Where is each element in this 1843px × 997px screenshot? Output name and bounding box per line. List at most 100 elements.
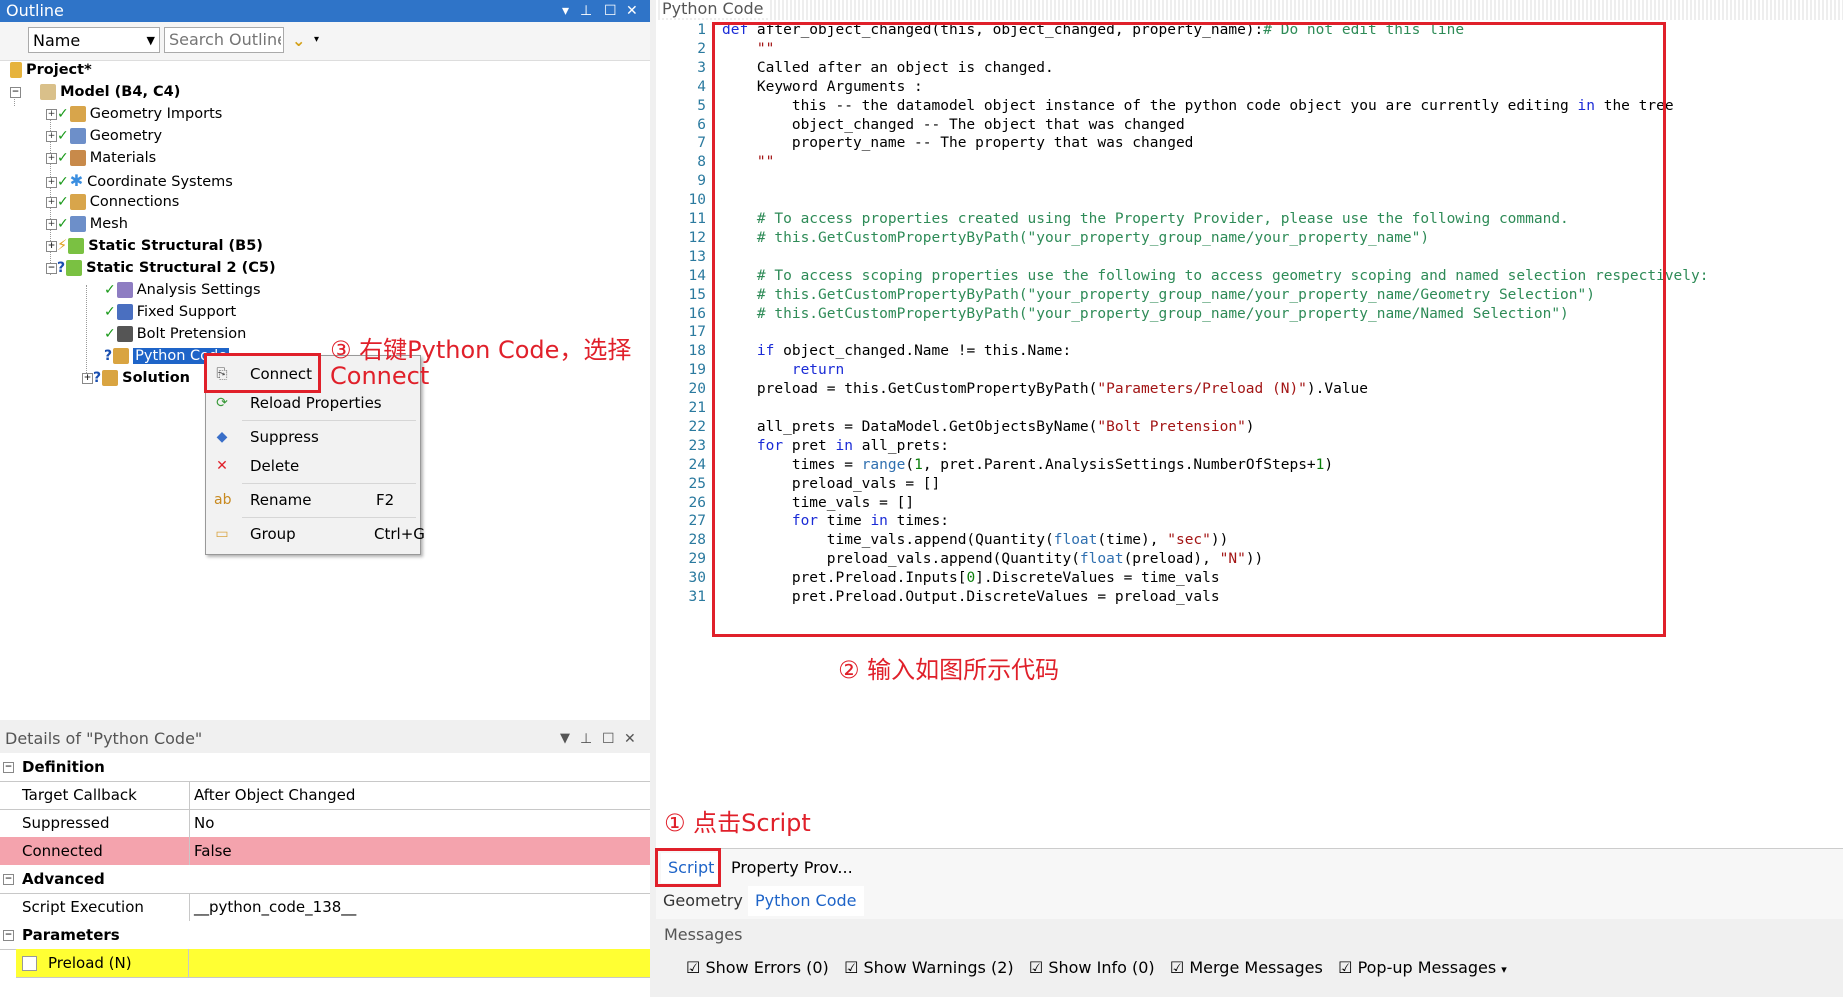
property-row-connected[interactable]: Connected False: [0, 837, 650, 866]
collapse-icon[interactable]: −: [46, 262, 57, 274]
merge-messages-checkbox[interactable]: ☑ Merge Messages: [1170, 958, 1323, 977]
parameter-checkbox[interactable]: [22, 956, 37, 971]
expand-icon[interactable]: +: [46, 152, 57, 164]
tree-item-mesh[interactable]: + ✓ Mesh: [46, 214, 128, 235]
property-key: Script Execution Scope: [20, 893, 190, 944]
tree-item-project[interactable]: Project*: [10, 60, 92, 81]
property-row[interactable]: Target Callback After Object Changed: [0, 781, 650, 810]
dropdown-icon[interactable]: ▼: [560, 725, 570, 753]
property-row-preload[interactable]: Preload (N): [16, 949, 650, 978]
section-parameters[interactable]: − Parameters: [0, 921, 650, 950]
static-structural-icon: [68, 238, 85, 254]
tree-label: Geometry: [89, 128, 163, 144]
delete-icon: ✕: [216, 458, 228, 474]
section-definition[interactable]: − Definition: [0, 753, 650, 782]
menu-separator: [242, 420, 416, 421]
maximize-icon[interactable]: ☐: [604, 0, 617, 22]
tree-item-analysis-settings[interactable]: ✓ Analysis Settings: [104, 280, 261, 301]
menu-item-suppress[interactable]: ◆ Suppress: [206, 423, 420, 451]
filter-label: Show Info: [1048, 958, 1127, 977]
geometry-imports-icon: [69, 106, 86, 122]
menu-separator: [242, 517, 416, 518]
close-icon[interactable]: ✕: [626, 0, 638, 22]
tree-item-static-structural-b5[interactable]: + ⚡ Static Structural (B5): [46, 236, 263, 257]
tab-python-code[interactable]: Python Code: [748, 886, 864, 916]
search-options-icon[interactable]: ⌄: [292, 31, 305, 50]
filter-combo[interactable]: Name ▼: [28, 27, 160, 53]
menu-item-delete[interactable]: ✕ Delete: [206, 452, 420, 480]
analysis-settings-icon: [116, 282, 133, 298]
property-row[interactable]: Suppressed No: [0, 809, 650, 838]
menu-item-label: Rename: [250, 491, 312, 509]
tree-item-connections[interactable]: + ✓ Connections: [46, 192, 179, 213]
expand-icon[interactable]: +: [46, 176, 57, 188]
collapse-icon[interactable]: −: [3, 874, 14, 885]
expand-icon[interactable]: +: [46, 240, 57, 252]
tree-item-static-structural-c5[interactable]: −? Static Structural 2 (C5): [46, 258, 276, 279]
tree-item-coordinate-systems[interactable]: + ✓✱ Coordinate Systems: [46, 170, 233, 191]
expand-icon[interactable]: +: [46, 108, 57, 120]
property-value[interactable]: After Object Changed: [194, 781, 355, 809]
line-number: 24: [688, 456, 706, 473]
maximize-icon[interactable]: ☐: [602, 725, 615, 753]
step2-annotation: ② 输入如图所示代码: [838, 656, 1060, 684]
collapse-icon[interactable]: −: [3, 930, 14, 941]
pin-icon[interactable]: ⊥: [580, 0, 592, 22]
tab-geometry[interactable]: Geometry: [656, 886, 750, 916]
popup-messages-checkbox[interactable]: ☑ Pop-up Messages ▾: [1338, 958, 1507, 977]
property-row[interactable]: Script Execution Scope __python_code_138…: [0, 893, 650, 944]
tree-item-bolt-pretension[interactable]: ✓ Bolt Pretension: [104, 324, 246, 345]
collapse-icon[interactable]: −: [3, 762, 14, 773]
section-advanced[interactable]: − Advanced: [0, 865, 650, 894]
step3-annotation: ③ 右键Python Code，选择: [330, 336, 632, 364]
show-info-checkbox[interactable]: ☑ Show Info (0): [1029, 958, 1155, 977]
tree-label: Project*: [26, 62, 92, 78]
static-structural-icon: [66, 260, 83, 276]
property-value[interactable]: False: [194, 837, 232, 865]
expand-icon[interactable]: +: [46, 196, 57, 208]
tree-label: Fixed Support: [136, 304, 237, 320]
filter-combo-value: Name: [33, 31, 81, 50]
outline-title: Outline: [6, 1, 64, 20]
filter-count: (2): [990, 958, 1014, 977]
tab-property-provider[interactable]: Property Prov...: [724, 853, 860, 883]
tree-item-geometry[interactable]: + ✓ Geometry: [46, 126, 162, 147]
property-value[interactable]: No: [194, 809, 214, 837]
expand-icon[interactable]: +: [82, 372, 93, 384]
check-icon: ✓: [57, 128, 69, 144]
details-title: Details of "Python Code": [5, 729, 203, 748]
line-number: 20: [688, 381, 706, 398]
chevron-down-icon: ▼: [146, 34, 155, 47]
dropdown-icon[interactable]: ▾: [562, 0, 569, 22]
collapse-icon[interactable]: −: [10, 86, 21, 98]
tree-item-fixed-support[interactable]: ✓ Fixed Support: [104, 302, 236, 323]
expand-icon[interactable]: +: [46, 130, 57, 142]
connect-highlight-box: [204, 353, 321, 393]
menu-item-label: Reload Properties: [250, 394, 382, 412]
section-label: Parameters: [22, 926, 120, 944]
tree-item-model[interactable]: − Model (B4, C4): [10, 82, 180, 103]
menu-item-reload-properties[interactable]: ⟳ Reload Properties: [206, 389, 420, 417]
property-value[interactable]: __python_code_138__: [194, 893, 356, 921]
coordinate-systems-icon: ✱: [69, 171, 84, 190]
more-icon[interactable]: ▾: [314, 34, 319, 45]
check-icon: ✓: [57, 194, 69, 210]
filter-label: Pop-up Messages: [1357, 958, 1497, 977]
close-icon[interactable]: ✕: [624, 725, 636, 753]
expand-icon[interactable]: +: [46, 218, 57, 230]
show-errors-checkbox[interactable]: ☑ Show Errors (0): [686, 958, 829, 977]
connections-icon: [69, 194, 86, 210]
tree-item-solution[interactable]: +? Solution: [82, 368, 190, 389]
menu-item-group[interactable]: ▭ Group Ctrl+G: [206, 520, 425, 548]
pin-icon[interactable]: ⊥: [580, 725, 592, 753]
show-warnings-checkbox[interactable]: ☑ Show Warnings (2): [844, 958, 1014, 977]
menu-item-rename[interactable]: ab Rename F2: [206, 486, 420, 514]
line-number: 26: [688, 494, 706, 511]
script-tab-highlight-box: [655, 848, 721, 887]
tree-label: Static Structural (B5): [88, 238, 263, 254]
tree-item-materials[interactable]: + ✓ Materials: [46, 148, 156, 169]
bottom-panel: Script Property Prov... Geometry Python …: [656, 848, 1843, 997]
search-outline-input[interactable]: [164, 27, 284, 53]
chevron-down-icon[interactable]: ▾: [1501, 963, 1507, 976]
tree-item-geometry-imports[interactable]: + ✓ Geometry Imports: [46, 104, 222, 125]
